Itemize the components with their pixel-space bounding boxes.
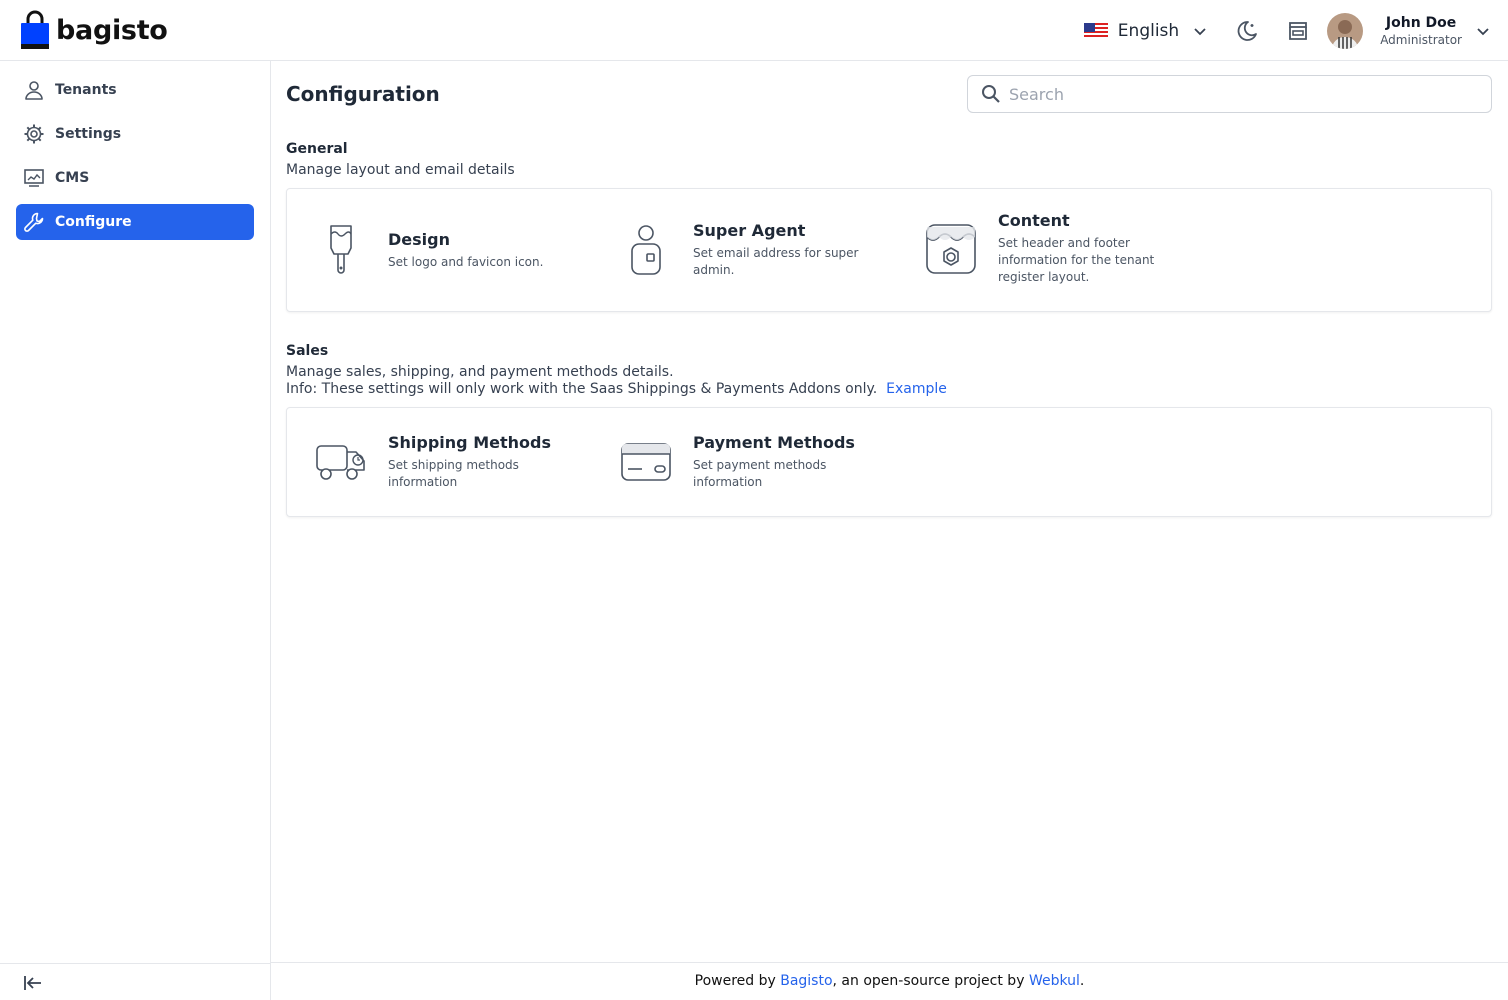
collapse-sidebar-button[interactable] [22, 973, 44, 993]
description-line: Set header and footer [998, 236, 1130, 250]
person-icon [25, 81, 43, 100]
description-line: Set logo and favicon icon. [388, 254, 544, 269]
config-item-description: Set header and footer information for th… [998, 235, 1154, 286]
collapse-left-icon [24, 976, 41, 990]
config-item-title: Content [998, 211, 1070, 230]
config-item-payment-methods[interactable]: Payment Methods Set payment methods info… [616, 432, 855, 492]
sidebar-item-label: Configure [55, 214, 132, 230]
config-item-description: Set logo and favicon icon. [388, 254, 543, 271]
sidebar-item-configure[interactable]: Configure [16, 204, 254, 240]
sidebar-item-label: Tenants [55, 82, 117, 98]
monitor-icon [24, 169, 44, 187]
user-avatar[interactable] [1327, 12, 1364, 49]
bagisto-link[interactable]: Bagisto [780, 973, 832, 989]
storefront-button[interactable] [1287, 20, 1309, 42]
config-item-design[interactable]: Design Set logo and favicon icon. [311, 220, 543, 280]
sidebar-item-cms[interactable]: CMS [16, 160, 254, 196]
paint-brush-icon [330, 225, 352, 274]
footer-suffix: . [1079, 973, 1085, 989]
sidebar-item-label: CMS [55, 170, 90, 186]
chevron-down-icon [1194, 27, 1206, 35]
sidebar: Tenants Settings CMS Configure [0, 61, 271, 1000]
config-item-shipping-methods[interactable]: Shipping Methods Set shipping methods in… [311, 432, 551, 492]
language-label: English [1117, 20, 1180, 41]
config-item-super-agent[interactable]: Super Agent Set email address for super … [616, 220, 859, 280]
description-line: Set shipping methods [388, 458, 519, 472]
description-line: Set email address for super [693, 246, 859, 260]
us-flag-icon [1083, 22, 1108, 39]
user-menu-toggle[interactable] [1476, 24, 1490, 38]
config-item-title: Super Agent [693, 221, 806, 240]
bagisto-logo[interactable]: bagisto [20, 10, 168, 50]
avatar-image [1327, 12, 1364, 49]
config-item-title: Design [388, 229, 450, 249]
general-config-card: Design Set logo and favicon icon. Super … [286, 188, 1492, 312]
user-role: Administrator [1380, 32, 1462, 47]
section-description-sales: Manage sales, shipping, and payment meth… [286, 364, 947, 398]
config-item-content[interactable]: Content Set header and footer informatio… [921, 211, 1154, 286]
footer-middle: , an open-source project by [832, 973, 1029, 989]
example-link[interactable]: Example [886, 381, 947, 397]
description-line: information [693, 475, 763, 489]
config-item-description: Set shipping methods information [388, 457, 551, 491]
sidebar-footer [0, 963, 270, 1000]
page-title: Configuration [286, 82, 440, 106]
top-header: bagisto English John Doe Administrator [0, 0, 1508, 61]
description-line: register layout. [998, 270, 1090, 284]
section-description-general: Manage layout and email details [286, 162, 515, 178]
store-icon [1289, 21, 1308, 40]
sales-info-text: Info: These settings will only work with… [286, 381, 882, 397]
sales-description: Manage sales, shipping, and payment meth… [286, 364, 674, 380]
search-icon [982, 85, 1000, 103]
sales-info: Info: These settings will only work with… [286, 381, 947, 398]
logo-text: bagisto [56, 14, 168, 46]
section-title-sales: Sales [286, 343, 329, 359]
agent-icon [631, 225, 661, 275]
search-input[interactable] [1009, 84, 1479, 104]
storefront-settings-icon [926, 223, 976, 274]
gear-icon [24, 124, 44, 144]
description-line: admin. [693, 263, 735, 277]
description-line: Set payment methods [693, 458, 827, 472]
sales-config-card: Shipping Methods Set shipping methods in… [286, 407, 1492, 517]
footer-prefix: Powered by [694, 973, 781, 989]
truck-icon [316, 445, 365, 480]
credit-card-icon [621, 443, 671, 481]
wrench-icon [24, 212, 44, 232]
sidebar-item-tenants[interactable]: Tenants [16, 72, 254, 108]
config-item-description: Set email address for super admin. [693, 245, 859, 279]
language-selector[interactable]: English [1083, 20, 1207, 41]
config-item-description: Set payment methods information [693, 457, 855, 491]
webkul-link[interactable]: Webkul [1029, 973, 1080, 989]
shopping-bag-icon [21, 10, 49, 49]
dark-mode-toggle[interactable] [1235, 19, 1259, 43]
description-line: information for the tenant [998, 253, 1155, 267]
section-title-general: General [286, 141, 348, 157]
main-content: Configuration General Manage layout and … [271, 61, 1508, 961]
user-info[interactable]: John Doe Administrator [1380, 15, 1462, 47]
user-name: John Doe [1385, 14, 1457, 31]
footer: Powered by Bagisto, an open-source proje… [271, 962, 1508, 1000]
moon-icon [1237, 20, 1258, 41]
sidebar-item-settings[interactable]: Settings [16, 116, 254, 152]
config-item-title: Payment Methods [693, 433, 855, 452]
description-line: information [388, 475, 458, 489]
sidebar-item-label: Settings [55, 126, 122, 142]
search-box[interactable] [967, 75, 1492, 113]
config-item-title: Shipping Methods [388, 433, 551, 452]
chevron-down-icon [1477, 27, 1489, 35]
